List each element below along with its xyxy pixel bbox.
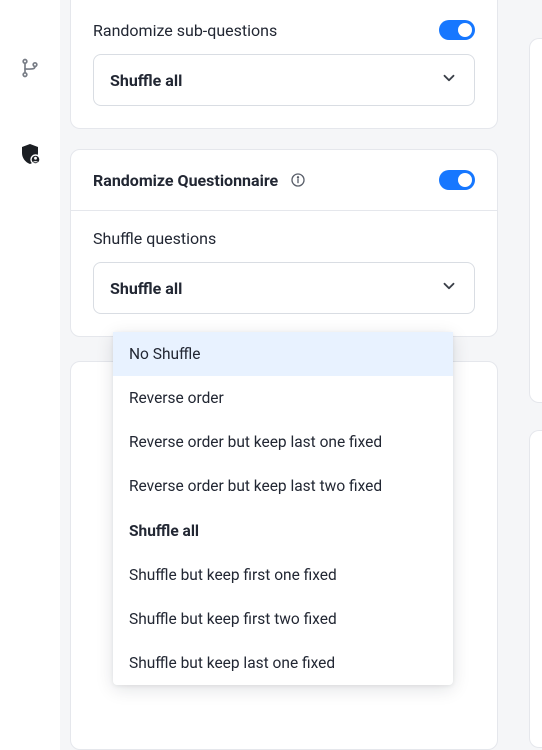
subquestions-shuffle-select[interactable]: Shuffle all <box>93 54 475 106</box>
shuffle-option[interactable]: Reverse order <box>113 376 453 420</box>
right-panel-stub-2 <box>529 430 542 748</box>
branch-icon <box>20 57 40 83</box>
shuffle-questions-body: Shuffle questions Shuffle all <box>71 211 497 336</box>
shuffle-option[interactable]: No Shuffle <box>113 332 453 376</box>
shuffle-questions-label: Shuffle questions <box>93 229 475 248</box>
randomize-questionnaire-card: Randomize Questionnaire Shuffle question… <box>70 149 498 337</box>
chevron-down-icon <box>440 69 458 91</box>
right-panel-edge <box>529 0 542 750</box>
subquestions-shuffle-value: Shuffle all <box>110 71 182 90</box>
randomize-subquestions-label: Randomize sub-questions <box>93 21 277 40</box>
shuffle-option[interactable]: Reverse order but keep last two fixed <box>113 464 453 508</box>
shuffle-option[interactable]: Shuffle all <box>113 509 453 553</box>
shuffle-questions-value: Shuffle all <box>110 279 182 298</box>
randomize-questionnaire-heading: Randomize Questionnaire <box>93 171 306 190</box>
shuffle-option[interactable]: Shuffle but keep last one fixed <box>113 641 453 685</box>
randomize-questionnaire-header: Randomize Questionnaire <box>71 150 497 211</box>
randomize-subquestions-section: Randomize sub-questions Shuffle all <box>71 0 497 128</box>
randomize-questionnaire-toggle[interactable] <box>439 170 475 190</box>
randomize-subquestions-toggle[interactable] <box>439 20 475 40</box>
shield-user-icon <box>18 141 42 171</box>
randomize-questionnaire-heading-text: Randomize Questionnaire <box>93 171 278 190</box>
sidebar <box>0 0 60 750</box>
sidebar-item-branch[interactable] <box>18 58 42 82</box>
sidebar-item-security[interactable] <box>18 144 42 168</box>
right-panel-stub-1 <box>529 38 542 403</box>
shuffle-questions-select[interactable]: Shuffle all <box>93 262 475 314</box>
shuffle-option[interactable]: Shuffle but keep first two fixed <box>113 597 453 641</box>
randomize-subquestions-row: Randomize sub-questions <box>93 20 475 40</box>
main-column: Randomize sub-questions Shuffle all Rand… <box>70 0 498 337</box>
shuffle-option[interactable]: Reverse order but keep last one fixed <box>113 420 453 464</box>
shuffle-option[interactable]: Shuffle but keep first one fixed <box>113 553 453 597</box>
info-icon[interactable] <box>290 172 306 188</box>
chevron-down-icon <box>440 277 458 299</box>
randomize-subquestions-card: Randomize sub-questions Shuffle all <box>70 0 498 129</box>
shuffle-options-dropdown[interactable]: No ShuffleReverse orderReverse order but… <box>113 332 453 685</box>
